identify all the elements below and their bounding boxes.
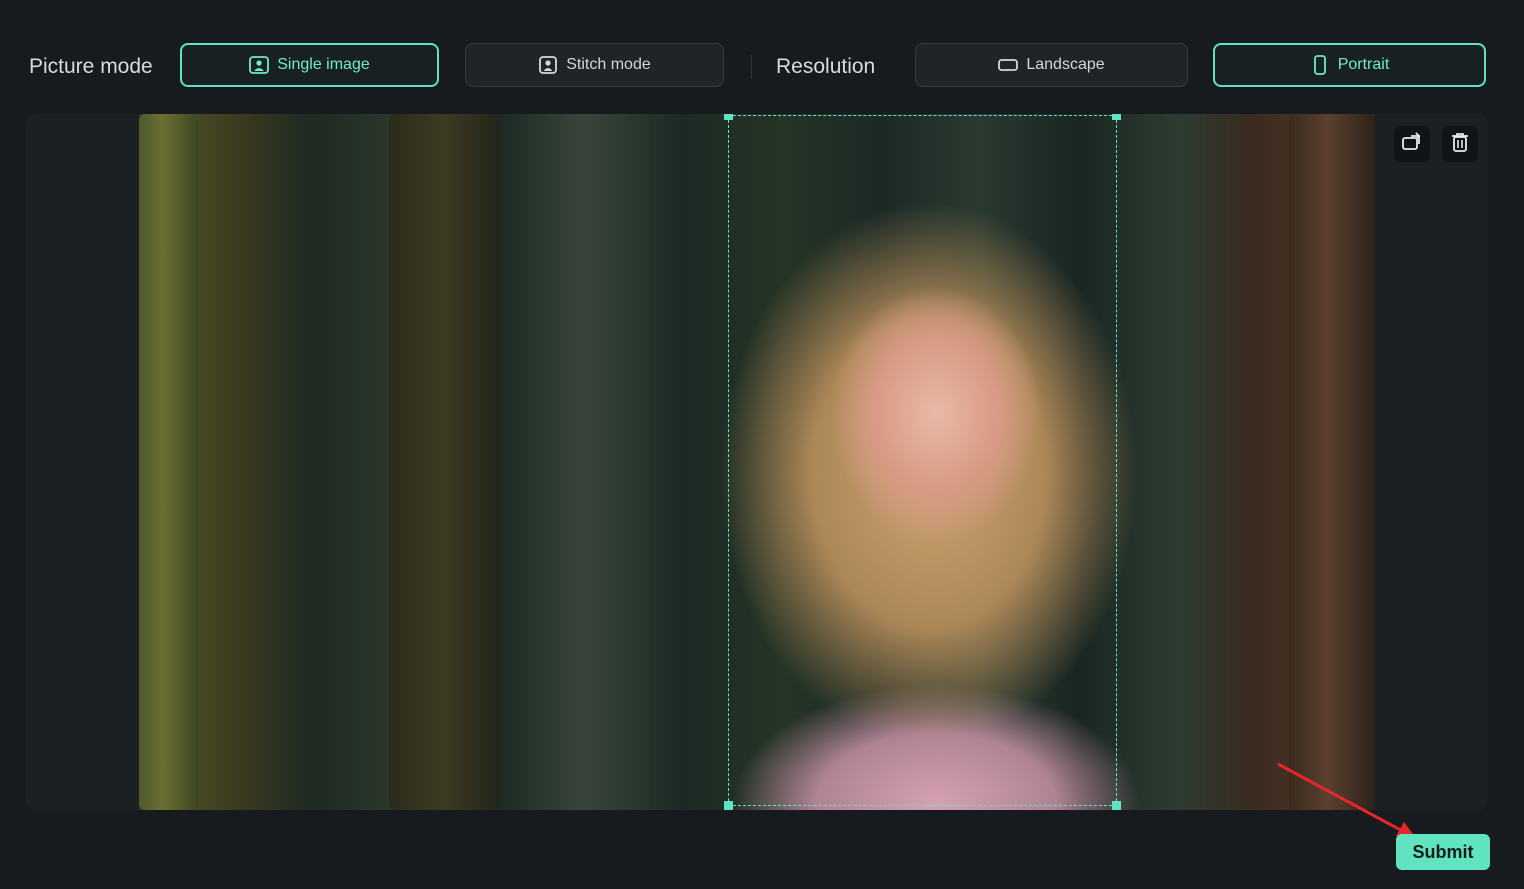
crop-handle-top-right[interactable] [1112, 114, 1121, 120]
image-portrait-icon [249, 55, 270, 75]
stitch-mode-label: Stitch mode [566, 56, 651, 73]
crop-handle-bottom-right[interactable] [1112, 801, 1121, 810]
landscape-label: Landscape [1026, 56, 1105, 73]
crop-frame[interactable] [724, 114, 1121, 810]
resolution-label: Resolution [776, 55, 876, 78]
replace-image-button[interactable] [1394, 126, 1430, 162]
portrait-rect-icon [1310, 55, 1330, 75]
annotation-arrow [1277, 762, 1416, 838]
image-canvas [26, 114, 1488, 810]
tree-trunk-mid [389, 114, 499, 810]
delete-image-button[interactable] [1442, 126, 1478, 162]
crop-handle-bottom-left[interactable] [724, 801, 733, 810]
landscape-button[interactable]: Landscape [915, 43, 1188, 87]
uploaded-photo [139, 114, 1375, 810]
tree-trunk-right [1289, 114, 1375, 810]
portrait-stack-icon [538, 55, 558, 75]
mode-toolbar: Picture mode Single image Stitch mode Re… [0, 0, 1524, 114]
toolbar-divider [751, 55, 752, 79]
portrait-label: Portrait [1337, 56, 1390, 73]
portrait-button[interactable]: Portrait [1213, 43, 1486, 87]
replace-image-icon [1401, 131, 1423, 157]
submit-button[interactable]: Submit [1396, 834, 1490, 870]
stitch-mode-button[interactable]: Stitch mode [465, 43, 724, 87]
crop-handle-top-left[interactable] [724, 114, 733, 120]
single-image-button[interactable]: Single image [180, 43, 439, 87]
single-image-label: Single image [277, 56, 370, 73]
trash-icon [1451, 132, 1469, 157]
tree-trunk-left [139, 114, 199, 810]
picture-mode-label: Picture mode [29, 55, 153, 78]
landscape-rect-icon [998, 55, 1019, 75]
